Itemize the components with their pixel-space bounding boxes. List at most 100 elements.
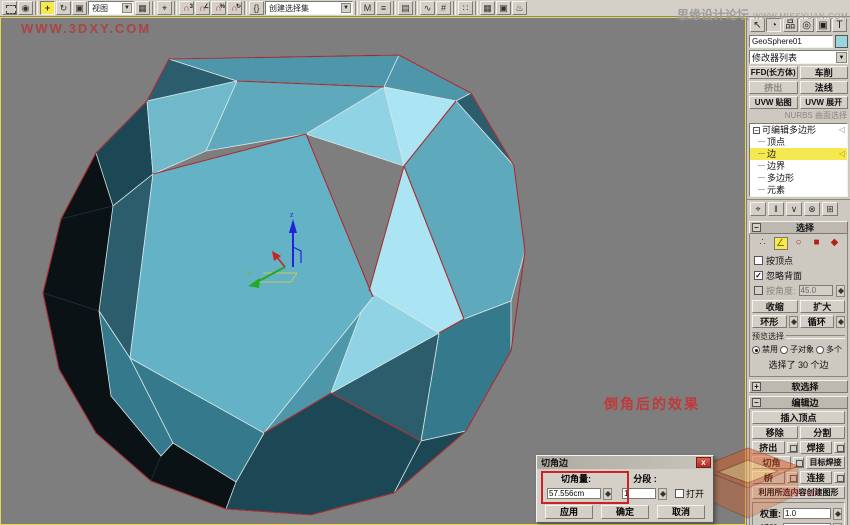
weld-button[interactable]: 焊接 xyxy=(799,441,832,454)
show-end-result-icon[interactable]: ‖ xyxy=(768,202,784,216)
by-angle-row[interactable]: 按角度: 45.0 xyxy=(754,284,845,297)
chamfer-amount-spinner[interactable] xyxy=(603,487,612,500)
collapse-icon[interactable]: – xyxy=(752,223,761,232)
select-and-rotate-icon[interactable]: ↻ xyxy=(56,1,71,15)
edit-edges-header[interactable]: – 编辑边 xyxy=(749,396,848,409)
uvw-map-button[interactable]: UVW 贴图 xyxy=(749,96,798,109)
connect-settings-icon[interactable] xyxy=(834,472,845,483)
stack-row-editable-poly[interactable]: – 可编辑多边形 ◁ xyxy=(750,124,847,136)
ffd-box-button[interactable]: FFD(长方体) xyxy=(749,66,798,79)
bridge-settings-icon[interactable] xyxy=(786,472,798,483)
marquee-rect-icon[interactable] xyxy=(2,1,17,15)
lathe-button[interactable]: 车削 xyxy=(799,66,848,79)
open-checkbox[interactable] xyxy=(675,489,684,498)
weight-field[interactable]: 1.0 xyxy=(783,508,831,519)
curve-editor-icon[interactable]: ∿ xyxy=(420,1,435,15)
modifier-list-dropdown[interactable]: 修改器列表 ▼ xyxy=(749,50,848,64)
expand-icon[interactable]: – xyxy=(753,126,760,134)
extrude-modifier-button[interactable]: 挤出 xyxy=(749,81,798,94)
radio-subobject[interactable] xyxy=(780,345,788,354)
select-and-manipulate-icon[interactable]: ⌖ xyxy=(157,1,172,15)
bridge-button[interactable]: 桥 xyxy=(752,471,785,484)
chamfer-amount-field[interactable]: 57.556cm xyxy=(547,488,601,499)
by-vertex-checkbox-row[interactable]: 按顶点 xyxy=(754,254,845,267)
selection-set-combo[interactable]: 创建选择集 ▼ xyxy=(265,1,353,15)
ignore-backfacing-checkbox-row[interactable]: ✓ 忽略背面 xyxy=(754,269,845,282)
select-and-move-icon[interactable]: + xyxy=(40,1,55,15)
stack-row-vertex[interactable]: 顶点 xyxy=(750,136,847,148)
ok-button[interactable]: 确定 xyxy=(601,505,649,519)
remove-button[interactable]: 移除 xyxy=(752,426,798,439)
angle-snap-icon[interactable]: ∩ ∠ xyxy=(195,1,210,15)
target-weld-button[interactable]: 目标焊接 xyxy=(806,456,845,469)
edge-subobject-icon[interactable]: ∠ xyxy=(773,237,788,250)
weld-settings-icon[interactable] xyxy=(834,442,845,453)
segments-field[interactable]: 1 xyxy=(622,488,656,499)
extrude-settings-icon[interactable] xyxy=(786,442,798,453)
unwrap-uvw-button[interactable]: UVW 展开 xyxy=(799,96,848,109)
percent-snap-icon[interactable]: ∩% xyxy=(211,1,226,15)
stack-row-element[interactable]: 元素 xyxy=(750,184,847,196)
checkbox-checked[interactable]: ✓ xyxy=(754,271,763,280)
checkbox-disabled[interactable] xyxy=(754,286,763,295)
perspective-viewport[interactable]: WWW.3DXY.COM 倒角后的效果 z Y xyxy=(0,17,746,525)
insert-vertex-button[interactable]: 插入顶点 xyxy=(752,411,845,424)
expand-icon[interactable]: + xyxy=(752,382,761,391)
chamfer-button[interactable]: 切角 xyxy=(752,456,791,469)
selection-rollout-header[interactable]: – 选择 xyxy=(749,221,848,234)
chevron-down-icon[interactable]: ▼ xyxy=(341,3,351,13)
material-editor-icon[interactable]: ∷ xyxy=(458,1,473,15)
stack-row-polygon[interactable]: 多边形 xyxy=(750,172,847,184)
vertex-subobject-icon[interactable]: ∴ xyxy=(756,237,770,250)
segments-spinner[interactable] xyxy=(658,487,667,500)
render-setup-icon[interactable]: ▦ xyxy=(480,1,495,15)
chevron-down-icon[interactable]: ▼ xyxy=(122,3,132,13)
weight-spinner[interactable] xyxy=(833,507,842,520)
soft-selection-header[interactable]: + 软选择 xyxy=(749,380,848,393)
create-shape-button[interactable]: 利用所选内容创建图形 xyxy=(752,486,845,499)
element-subobject-icon[interactable]: ◆ xyxy=(828,237,842,250)
by-angle-value[interactable]: 45.0 xyxy=(798,285,833,296)
chamfer-settings-icon[interactable] xyxy=(793,457,804,468)
shrink-button[interactable]: 收缩 xyxy=(752,300,798,313)
object-name-field[interactable]: GeoSphere01 xyxy=(749,35,833,48)
layer-manager-icon[interactable]: ▤ xyxy=(398,1,413,15)
select-and-scale-icon[interactable]: ▣ xyxy=(72,1,87,15)
loop-spinner[interactable] xyxy=(836,315,845,328)
collapse-icon[interactable]: – xyxy=(752,398,761,407)
ring-spinner[interactable] xyxy=(788,315,798,328)
connect-button[interactable]: 连接 xyxy=(799,471,832,484)
normal-button[interactable]: 法线 xyxy=(799,81,848,94)
window-crossing-icon[interactable]: ▦ xyxy=(135,1,150,15)
dialog-titlebar[interactable]: 切角边 x xyxy=(537,456,713,469)
named-selection-icon[interactable]: {} xyxy=(249,1,264,15)
ring-button[interactable]: 环形 xyxy=(752,315,787,328)
selection-filter-icon[interactable]: ◉ xyxy=(18,1,33,15)
cancel-button[interactable]: 取消 xyxy=(657,505,705,519)
configure-modifier-sets-icon[interactable]: ⊞ xyxy=(822,202,838,216)
mirror-icon[interactable]: M xyxy=(360,1,375,15)
stack-row-border[interactable]: 边界 xyxy=(750,160,847,172)
apply-button[interactable]: 应用 xyxy=(545,505,593,519)
schematic-view-icon[interactable]: # xyxy=(436,1,451,15)
split-button[interactable]: 分割 xyxy=(799,426,845,439)
spinner-snap-icon[interactable]: ∩ ↻ xyxy=(227,1,242,15)
polygon-subobject-icon[interactable]: ■ xyxy=(810,237,824,250)
radio-disable[interactable] xyxy=(752,345,760,354)
quick-render-icon[interactable]: ♨ xyxy=(512,1,527,15)
render-frame-icon[interactable]: ▣ xyxy=(496,1,511,15)
border-subobject-icon[interactable]: ○ xyxy=(792,237,806,250)
stack-row-edge[interactable]: 边 ◁ xyxy=(750,148,847,160)
checkbox-unchecked[interactable] xyxy=(754,256,763,265)
loop-button[interactable]: 循环 xyxy=(799,315,834,328)
close-icon[interactable]: x xyxy=(696,457,711,468)
radio-multiple[interactable] xyxy=(816,345,824,354)
extrude-button[interactable]: 挤出 xyxy=(752,441,785,454)
reference-coordinate-combo[interactable]: 视图 ▼ xyxy=(88,1,134,15)
chevron-down-icon[interactable]: ▼ xyxy=(836,51,847,63)
spinner[interactable] xyxy=(836,284,845,297)
grow-button[interactable]: 扩大 xyxy=(799,300,845,313)
align-icon[interactable]: ≡ xyxy=(376,1,391,15)
make-unique-icon[interactable]: ∨ xyxy=(786,202,802,216)
object-color-swatch[interactable] xyxy=(835,35,848,48)
